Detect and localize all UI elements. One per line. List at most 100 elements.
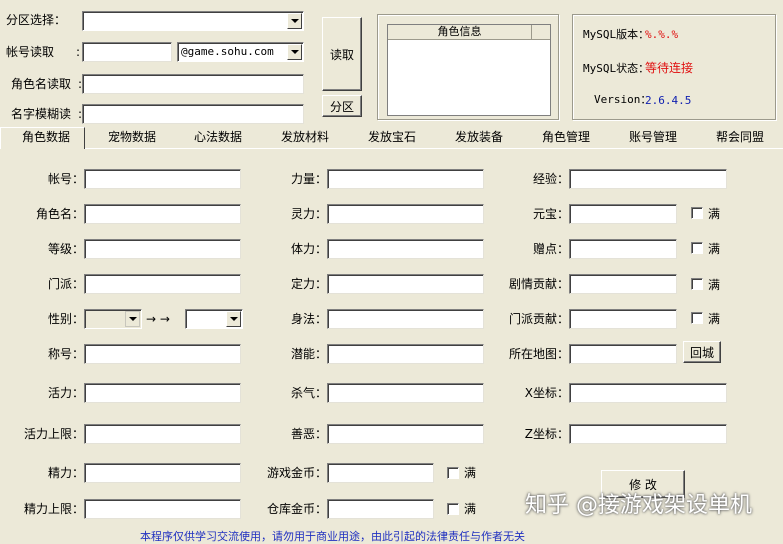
sect-contribution-label: 门派贡献：	[508, 312, 569, 326]
mysql-status-value: 等待连接	[645, 61, 694, 75]
ingot-full-label: 满	[708, 207, 721, 221]
role-name-read-input[interactable]	[82, 74, 304, 94]
strength-input[interactable]	[327, 169, 484, 189]
focus-input[interactable]	[327, 274, 484, 294]
story-contribution-input[interactable]	[569, 274, 677, 294]
current-map-label: 所在地图：	[508, 347, 569, 361]
ingot-input[interactable]	[569, 204, 677, 224]
energy-max-label: 精力上限：	[23, 502, 84, 516]
vitality-max-input[interactable]	[84, 424, 241, 444]
ingot-full-checkbox[interactable]	[691, 207, 703, 219]
constitution-label: 体力：	[290, 242, 327, 256]
bonus-points-input[interactable]	[569, 239, 677, 259]
tab-pet-data[interactable]: 宠物数据	[108, 129, 156, 145]
vitality-label: 活力：	[47, 386, 84, 400]
mysql-version-value: %.%.%	[645, 28, 679, 41]
story-contribution-label: 剧情贡献：	[508, 277, 569, 291]
killing-intent-label: 杀气：	[290, 386, 327, 400]
morality-input[interactable]	[327, 424, 484, 444]
game-gold-full-checkbox[interactable]	[447, 467, 459, 479]
game-gold-full-label: 满	[464, 466, 477, 480]
ingot-label: 元宝：	[532, 207, 569, 221]
role-name-label: 角色名：	[35, 207, 84, 221]
tab-role-data[interactable]: 角色数据	[22, 129, 70, 145]
spirit-label: 灵力：	[290, 207, 327, 221]
bonus-points-full-label: 满	[708, 242, 721, 256]
role-name-input[interactable]	[84, 204, 241, 224]
killing-intent-input[interactable]	[327, 383, 484, 403]
sect-contribution-full-checkbox[interactable]	[691, 312, 703, 324]
agility-label: 身法：	[290, 312, 327, 326]
current-map-input[interactable]	[569, 344, 677, 364]
tab-issue-gems[interactable]: 发放宝石	[368, 129, 416, 145]
tab-guild-alliance[interactable]: 帮会同盟	[716, 129, 764, 145]
game-gold-input[interactable]	[327, 463, 434, 483]
chevron-down-icon[interactable]	[287, 44, 302, 60]
watermark-text: 知乎 @接游戏架设单机	[525, 493, 752, 518]
level-input[interactable]	[84, 239, 241, 259]
chevron-down-icon[interactable]	[226, 311, 241, 327]
read-button[interactable]: 读取	[322, 17, 362, 91]
warehouse-gold-full-label: 满	[464, 502, 477, 516]
agility-input[interactable]	[327, 309, 484, 329]
sect-contribution-input[interactable]	[569, 309, 677, 329]
gender-new-select[interactable]	[185, 309, 243, 329]
z-coordinate-input[interactable]	[569, 424, 727, 444]
list-header-filler	[532, 25, 550, 40]
fuzzy-name-read-input[interactable]	[82, 104, 304, 124]
sect-contribution-full-label: 满	[708, 312, 721, 326]
gender-arrows: → →	[146, 312, 170, 326]
level-label: 等级：	[47, 242, 84, 256]
game-gold-label: 游戏金币：	[266, 466, 327, 480]
warehouse-gold-input[interactable]	[327, 499, 434, 519]
experience-input[interactable]	[569, 169, 727, 189]
app-version-value: 2.6.4.5	[645, 94, 692, 107]
account-input[interactable]	[84, 169, 241, 189]
energy-max-input[interactable]	[84, 499, 241, 519]
return-city-button[interactable]: 回城	[683, 341, 721, 363]
bonus-points-full-checkbox[interactable]	[691, 242, 703, 254]
energy-label: 精力：	[47, 466, 84, 480]
role-info-header[interactable]: 角色信息	[388, 25, 532, 40]
gender-label: 性别：	[47, 312, 84, 326]
chevron-down-icon	[125, 311, 140, 327]
fuzzy-name-read-label: 名字模糊读	[11, 107, 72, 121]
energy-input[interactable]	[84, 463, 241, 483]
region-select-label: 分区选择：	[6, 13, 67, 27]
chevron-down-icon[interactable]	[287, 13, 302, 29]
account-label: 帐号：	[47, 172, 84, 186]
sect-label: 门派：	[47, 277, 84, 291]
account-read-input[interactable]	[82, 42, 172, 62]
role-name-read-label: 角色名读取	[11, 77, 72, 91]
story-contribution-full-checkbox[interactable]	[691, 278, 703, 290]
z-coordinate-label: Z坐标：	[524, 427, 569, 441]
tab-role-management[interactable]: 角色管理	[542, 129, 590, 145]
title-input[interactable]	[84, 344, 241, 364]
bonus-points-label: 赠点：	[532, 242, 569, 256]
region-button[interactable]: 分区	[322, 95, 362, 117]
region-select[interactable]	[82, 11, 304, 31]
gender-current-select	[84, 309, 142, 329]
constitution-input[interactable]	[327, 239, 484, 259]
domain-select[interactable]: @game.sohu.com	[177, 42, 304, 62]
domain-select-value: @game.sohu.com	[181, 45, 274, 58]
x-coordinate-input[interactable]	[569, 383, 727, 403]
story-contribution-full-label: 满	[708, 278, 721, 292]
mysql-version-label: MySQL版本：	[583, 28, 650, 41]
mysql-status-label: MySQL状态：	[583, 62, 650, 75]
tab-issue-materials[interactable]: 发放材料	[281, 129, 329, 145]
tab-issue-equipment[interactable]: 发放装备	[455, 129, 503, 145]
x-coordinate-label: X坐标：	[524, 386, 569, 400]
tab-mind-method-data[interactable]: 心法数据	[194, 129, 242, 145]
potential-label: 潜能：	[290, 347, 327, 361]
sect-input[interactable]	[84, 274, 241, 294]
spirit-input[interactable]	[327, 204, 484, 224]
warehouse-gold-full-checkbox[interactable]	[447, 503, 459, 515]
vitality-input[interactable]	[84, 383, 241, 403]
morality-label: 善恶：	[290, 427, 327, 441]
vitality-max-label: 活力上限：	[23, 427, 84, 441]
title-label: 称号：	[47, 347, 84, 361]
potential-input[interactable]	[327, 344, 484, 364]
role-info-list[interactable]: 角色信息	[387, 24, 551, 116]
tab-account-management[interactable]: 账号管理	[629, 129, 677, 145]
